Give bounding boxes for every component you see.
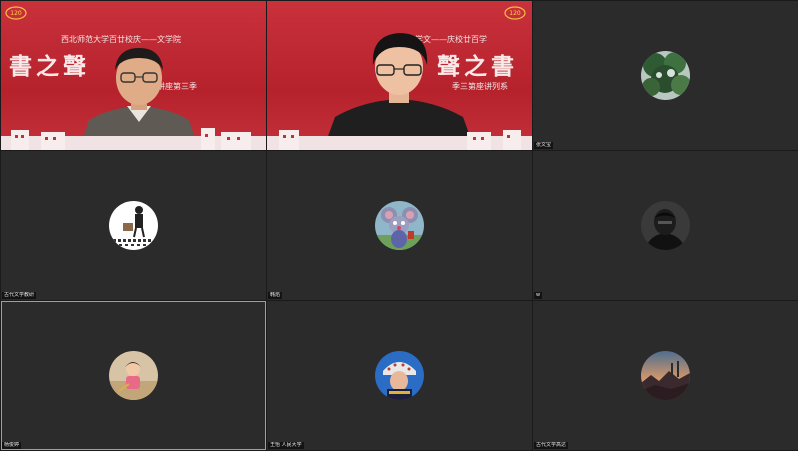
participant-tile-7-active[interactable]: 杨俊婷	[1, 301, 266, 450]
participant-name: 韩焰	[268, 292, 283, 299]
cartoon-mouse-icon	[374, 200, 424, 250]
participant-tile-9[interactable]: 古代文学高达	[533, 301, 798, 450]
ethnic-headdress-icon	[374, 350, 424, 400]
participant-name: 杨俊婷	[2, 442, 22, 449]
child-photo-icon	[108, 350, 158, 400]
svg-text:120: 120	[10, 10, 22, 17]
calligraphy-figure-icon	[108, 200, 158, 250]
participant-name: w	[534, 292, 543, 299]
participant-tile-3[interactable]: 张文宝	[533, 1, 798, 150]
svg-text:120: 120	[509, 10, 521, 17]
sunset-landscape-icon	[641, 350, 690, 400]
university-logo-icon: 120	[504, 6, 526, 20]
video-grid: 120 西北师范大学百廿校庆——文学院 書之聲 系列讲座第三季 120 院学文—…	[0, 0, 798, 451]
participant-name: 古代文学教研	[2, 292, 37, 299]
tree-canopy-icon	[641, 50, 690, 100]
university-logo-icon: 120	[5, 6, 27, 20]
participant-tile-5[interactable]: 韩焰	[267, 151, 532, 300]
masked-person-icon	[641, 200, 690, 250]
participant-tile-video-2[interactable]: 120 院学文——庆校廿百学 聲之書 季三第座讲列系	[267, 1, 532, 150]
participant-name: 王怡 人民大学	[268, 442, 304, 449]
participant-tile-4[interactable]: 古代文学教研	[1, 151, 266, 300]
campus-skyline	[1, 126, 266, 150]
participant-name: 古代文学高达	[534, 442, 569, 449]
participant-name: 张文宝	[534, 142, 554, 149]
participant-tile-video-1[interactable]: 120 西北师范大学百廿校庆——文学院 書之聲 系列讲座第三季	[1, 1, 266, 150]
participant-tile-8[interactable]: 王怡 人民大学	[267, 301, 532, 450]
campus-skyline	[267, 126, 532, 150]
participant-tile-6[interactable]: w	[533, 151, 798, 300]
